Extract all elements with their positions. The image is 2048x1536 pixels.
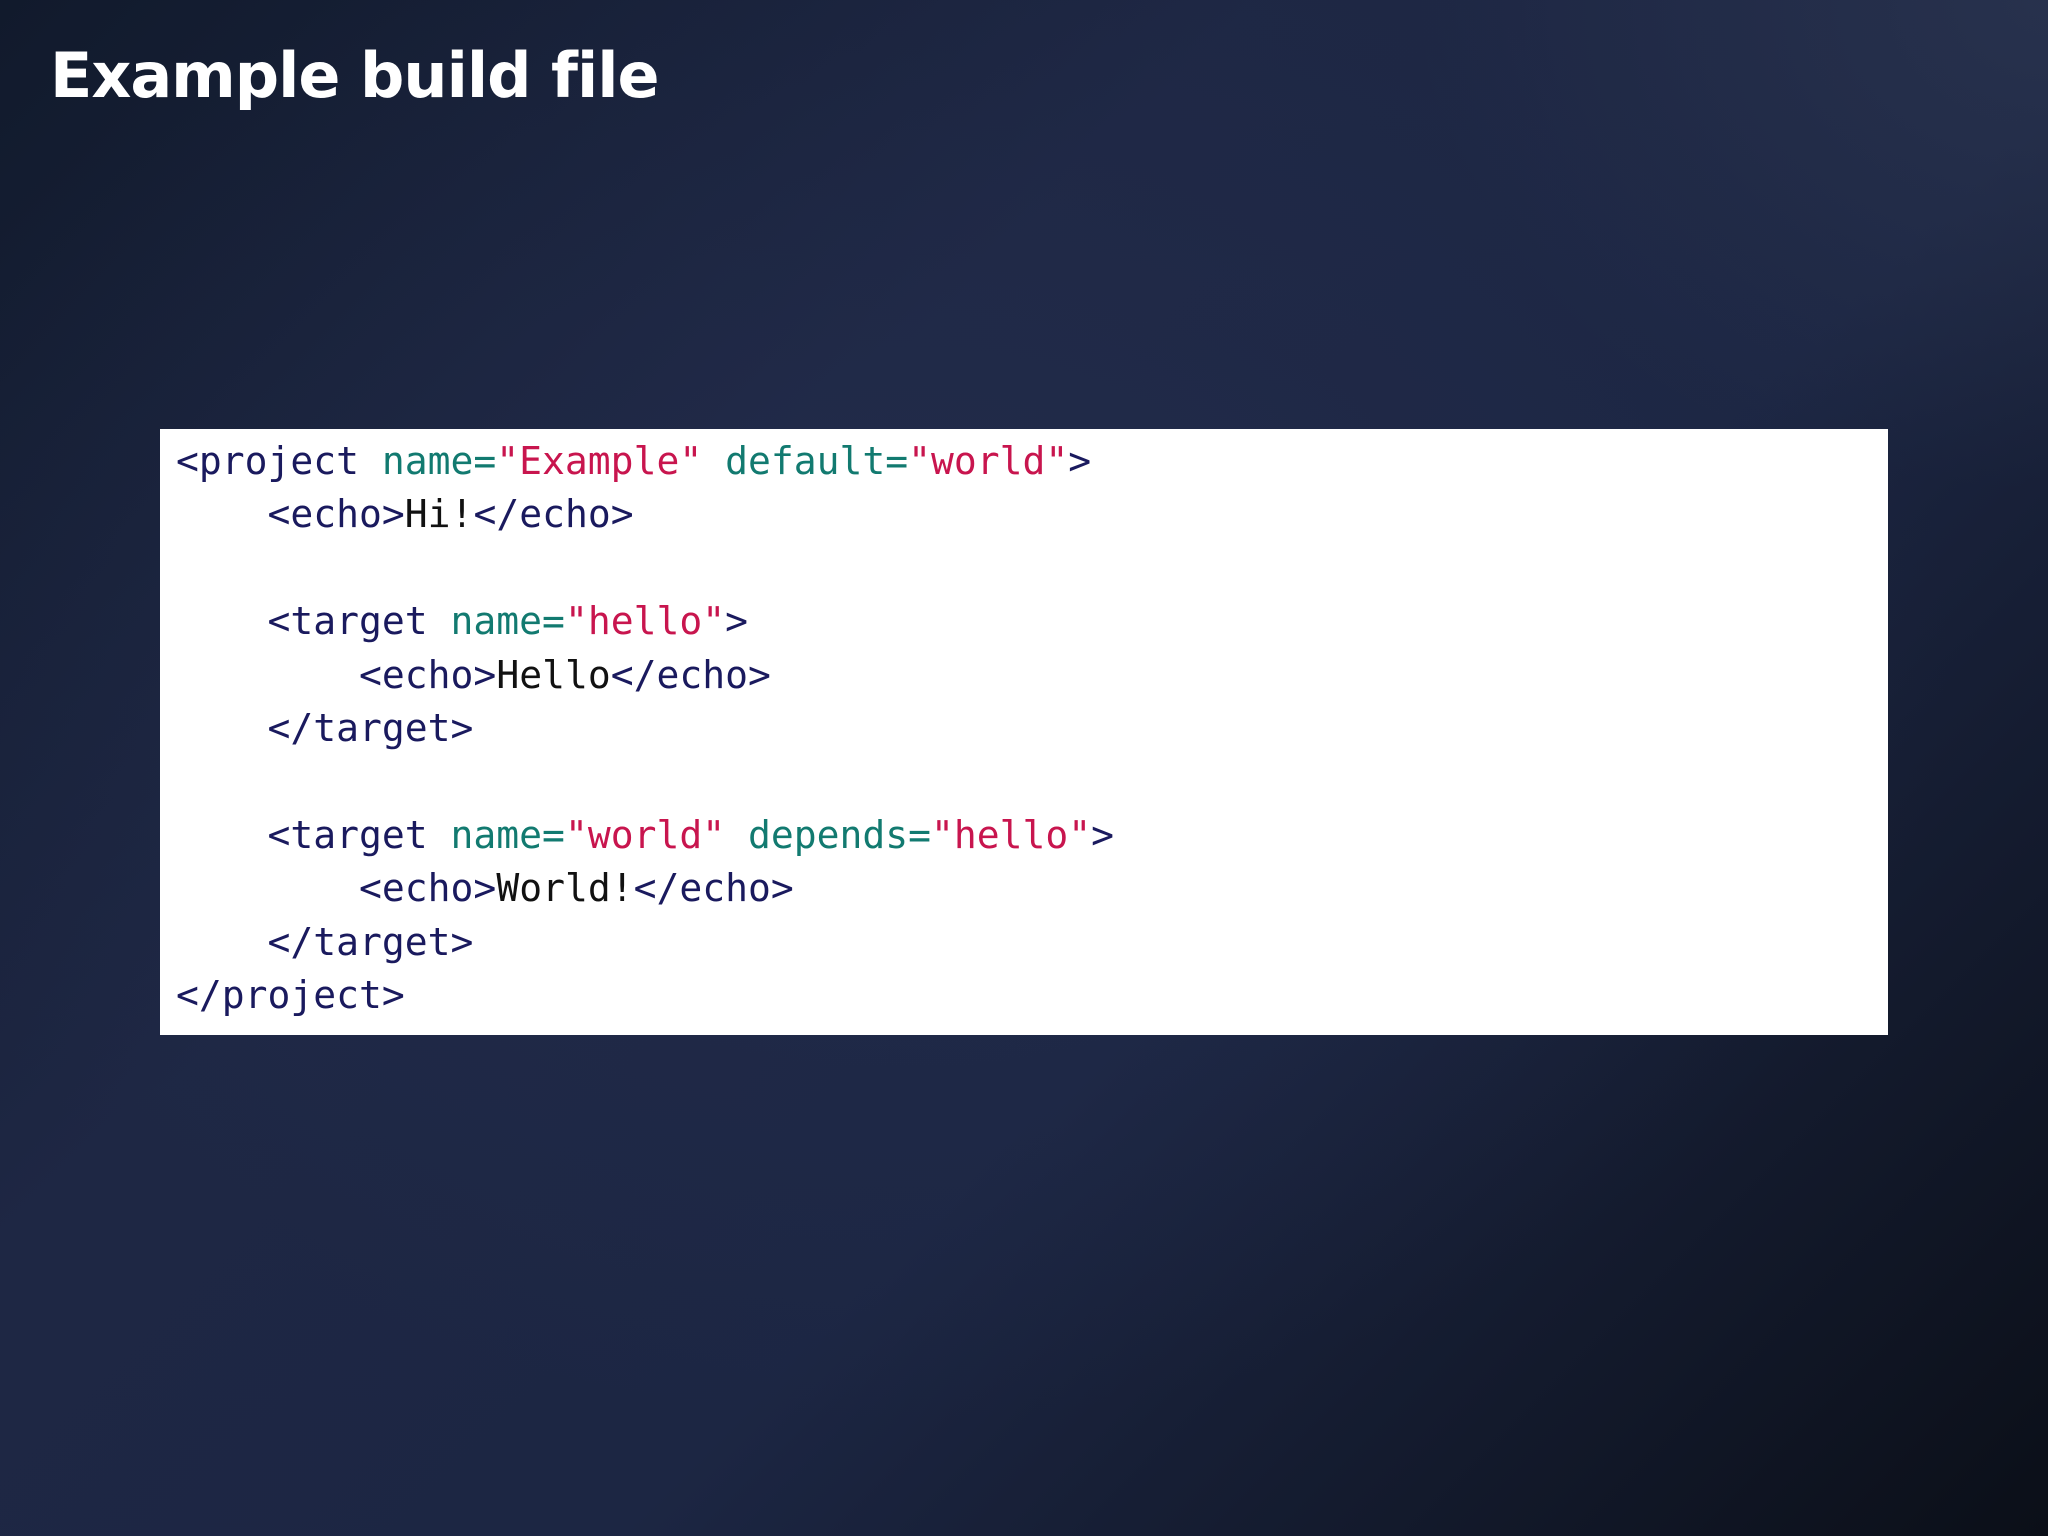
code-tag-token: </echo> (633, 866, 794, 911)
code-tag-token: </target> (267, 705, 474, 750)
code-text-token: Hello (496, 652, 611, 697)
code-tag-token: </target> (267, 919, 474, 964)
code-tag-token: <project (176, 439, 382, 483)
code-tag-token: <target (267, 812, 451, 857)
code-line: <echo>Hi!</echo> (176, 488, 1888, 541)
code-string-token: "hello" (564, 599, 726, 644)
code-line: ​ (176, 755, 1888, 808)
code-attribute-token: depends= (747, 812, 932, 857)
code-tag-token: > (1091, 812, 1115, 857)
code-line: <project name="Example" default="world"> (176, 435, 1888, 488)
code-string-token: "Example" (496, 439, 703, 483)
code-tag-token: </echo> (473, 492, 634, 537)
code-text-token: World! (496, 866, 634, 911)
slide-title: Example build file (50, 39, 660, 112)
code-tag-token: </project> (176, 972, 405, 1017)
code-tag-token: > (1068, 439, 1092, 483)
code-tag-token: > (725, 599, 748, 644)
code-tag-token: </echo> (610, 652, 771, 697)
code-block: <project name="Example" default="world">… (160, 429, 1888, 1035)
code-line: </project> (176, 969, 1888, 1022)
code-attribute-token: default= (725, 439, 909, 483)
code-tag-token: <target (267, 599, 451, 644)
code-text-token: Hi! (404, 492, 474, 537)
code-line: </target> (176, 916, 1888, 969)
code-string-token: "world" (564, 812, 726, 857)
code-string-token: "hello" (931, 812, 1092, 857)
code-line: <echo>Hello</echo> (176, 649, 1888, 702)
code-line: <echo>World!</echo> (176, 862, 1888, 915)
code-attribute-token: name= (450, 599, 565, 644)
code-string-token: "world" (908, 439, 1069, 483)
code-tag-token: <echo> (359, 652, 497, 697)
code-attribute-token: name= (450, 812, 565, 857)
code-line: </target> (176, 702, 1888, 755)
code-tag-token: <echo> (359, 866, 497, 911)
code-attribute-token: name= (381, 439, 497, 483)
code-line: <target name="hello"> (176, 595, 1888, 648)
code-tag-token: <echo> (267, 492, 405, 537)
code-line: ​ (176, 542, 1888, 595)
code-line: <target name="world" depends="hello"> (176, 809, 1888, 862)
